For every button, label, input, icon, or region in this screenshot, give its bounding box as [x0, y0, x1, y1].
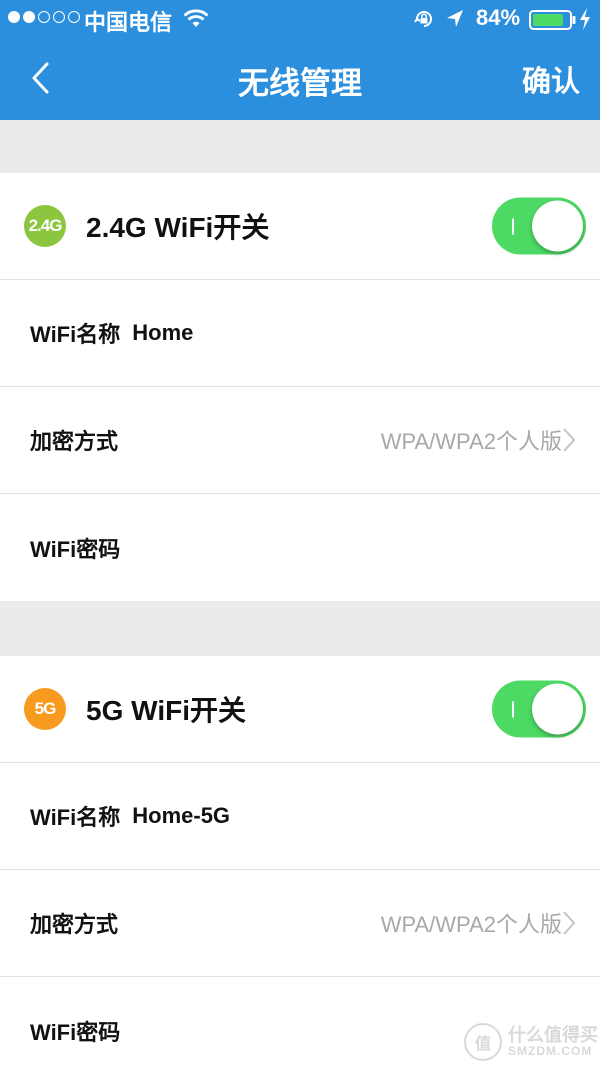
rotation-lock-icon	[413, 8, 435, 36]
wifi-signal-icon	[183, 9, 209, 35]
signal-strength-icon	[8, 11, 80, 23]
chevron-left-icon	[32, 62, 49, 94]
carrier-name: 中国电信	[84, 10, 173, 35]
wifi-2-4g-encryption-row[interactable]: 加密方式 WPA/WPA2个人版	[0, 387, 600, 494]
wifi-2-4g-section: 2.4G 2.4G WiFi开关 WiFi名称 Home 加密方式 WPA/WP…	[0, 173, 600, 601]
watermark: 值 什么值得买 SMZDM.COM	[464, 1023, 598, 1061]
wifi-2-4g-badge-icon: 2.4G	[24, 205, 66, 247]
wifi-password-label: WiFi密码	[30, 536, 121, 562]
wifi-5g-encryption-row[interactable]: 加密方式 WPA/WPA2个人版	[0, 870, 600, 977]
wifi-5g-toggle-row: 5G 5G WiFi开关	[0, 656, 600, 763]
battery-icon	[529, 10, 577, 36]
wifi-2-4g-switch[interactable]	[492, 197, 586, 255]
wifi-name-value: Home	[132, 320, 194, 345]
confirm-button[interactable]: 确认	[522, 58, 580, 100]
wifi-name-label: WiFi名称	[30, 322, 121, 347]
wifi-5g-name-row[interactable]: WiFi名称 Home-5G	[0, 763, 600, 870]
wifi-5g-section: 5G 5G WiFi开关 WiFi名称 Home-5G 加密方式 WPA/WPA…	[0, 656, 600, 1084]
battery-percentage: 84%	[476, 5, 521, 30]
location-arrow-icon	[445, 8, 465, 36]
wifi-2-4g-toggle-row: 2.4G 2.4G WiFi开关	[0, 173, 600, 280]
chevron-right-icon	[563, 428, 576, 452]
wifi-2-4g-name-row[interactable]: WiFi名称 Home	[0, 280, 600, 387]
charging-bolt-icon	[578, 7, 592, 37]
watermark-text: 什么值得买	[508, 1024, 598, 1045]
encryption-label: 加密方式	[30, 429, 119, 454]
wifi-5g-badge-icon: 5G	[24, 688, 66, 730]
watermark-domain: SMZDM.COM	[508, 1044, 593, 1059]
wifi-5g-toggle-title: 5G WiFi开关	[86, 695, 246, 726]
watermark-logo-icon: 值	[464, 1023, 502, 1061]
wifi-name-label: WiFi名称	[30, 805, 121, 830]
page-title: 无线管理	[238, 66, 362, 101]
encryption-value: WPA/WPA2个人版	[380, 912, 562, 937]
wifi-name-value: Home-5G	[132, 803, 231, 828]
header-bar: 中国电信 84% 无线管理 确认	[0, 0, 600, 120]
wifi-2-4g-toggle-title: 2.4G WiFi开关	[86, 212, 270, 243]
encryption-value: WPA/WPA2个人版	[380, 429, 562, 454]
back-button[interactable]	[28, 60, 52, 96]
chevron-right-icon	[563, 911, 576, 935]
status-bar: 中国电信 84%	[0, 0, 600, 38]
wifi-2-4g-password-row[interactable]: WiFi密码	[0, 494, 600, 601]
wifi-password-label: WiFi密码	[30, 1019, 121, 1045]
encryption-label: 加密方式	[30, 912, 119, 937]
wifi-5g-switch[interactable]	[492, 680, 586, 738]
